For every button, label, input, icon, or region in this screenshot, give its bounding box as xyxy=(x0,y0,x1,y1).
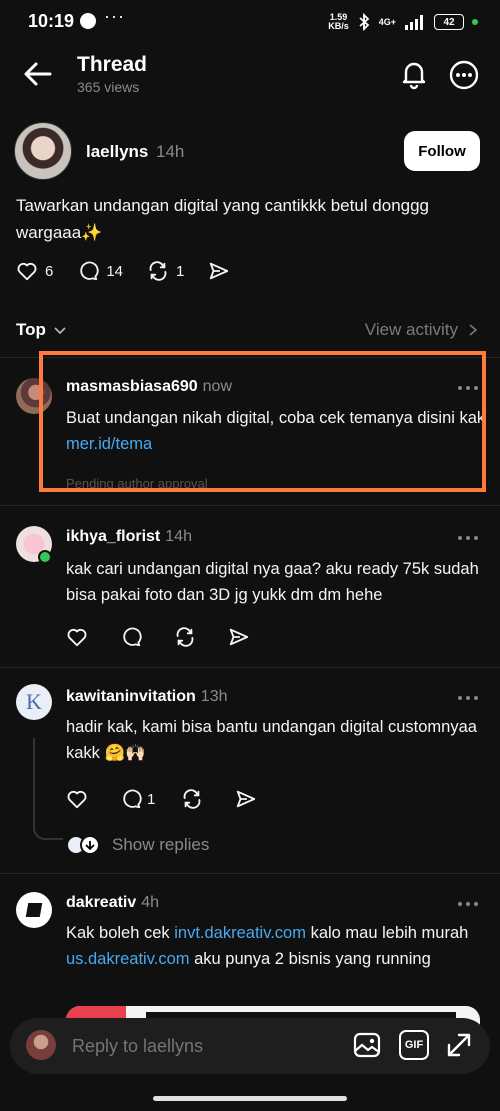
like-button[interactable]: 6 xyxy=(16,260,53,282)
divider xyxy=(0,873,500,874)
show-replies-button[interactable]: Show replies xyxy=(66,832,209,858)
status-bar: 10:19 ··· 1.59 KB/s 4G+ 42 xyxy=(0,0,500,44)
views-count: 365 views xyxy=(77,79,140,95)
follow-button[interactable]: Follow xyxy=(404,131,480,171)
heart-icon xyxy=(67,790,87,809)
like-button[interactable] xyxy=(66,788,88,810)
repost-button[interactable]: 1 xyxy=(147,260,184,282)
avatar[interactable]: K xyxy=(16,684,52,720)
comment-button[interactable] xyxy=(120,626,142,648)
avatar xyxy=(26,1030,56,1060)
chevron-right-icon[interactable] xyxy=(468,323,478,337)
reply-link[interactable]: invt.dakreativ.com xyxy=(174,924,306,942)
reply-avatars xyxy=(66,835,100,855)
reply-composer: GIF xyxy=(10,1018,490,1074)
share-button[interactable] xyxy=(208,260,230,282)
comment-count: 1 xyxy=(147,790,156,808)
bell-icon[interactable] xyxy=(398,58,430,90)
show-replies-label: Show replies xyxy=(112,835,210,854)
battery-icon: 42 xyxy=(434,14,464,30)
comment-button[interactable]: 1 xyxy=(120,788,155,810)
thread-header: Thread 365 views xyxy=(0,44,500,104)
share-button[interactable] xyxy=(228,626,250,648)
back-arrow-icon[interactable] xyxy=(22,60,54,88)
repost-icon xyxy=(183,789,201,809)
page-title: Thread xyxy=(77,53,148,76)
comment-icon xyxy=(123,627,142,647)
status-time: 10:19 xyxy=(28,11,75,31)
more-icon[interactable] xyxy=(456,534,480,542)
divider xyxy=(0,667,500,668)
post-actions: 6 14 1 xyxy=(16,260,254,282)
comment-icon xyxy=(80,261,99,281)
gif-icon[interactable]: GIF xyxy=(399,1030,429,1060)
status-indicators: 1.59 KB/s 4G+ 42 xyxy=(328,10,478,34)
thread-line xyxy=(33,824,63,840)
repost-button[interactable] xyxy=(181,788,203,810)
reply-time: 4h xyxy=(141,894,160,911)
reply-actions xyxy=(66,626,282,648)
divider xyxy=(0,505,500,506)
reply-time: 14h xyxy=(165,528,192,545)
like-button[interactable] xyxy=(66,626,88,648)
home-indicator[interactable] xyxy=(153,1096,347,1101)
bluetooth-icon xyxy=(359,13,370,31)
more-icon[interactable] xyxy=(456,694,480,702)
network-type: 4G+ xyxy=(378,17,396,27)
comment-button[interactable]: 14 xyxy=(77,260,123,282)
notification-dot-icon xyxy=(80,13,96,29)
avatar[interactable] xyxy=(14,122,72,180)
share-button[interactable] xyxy=(235,788,257,810)
reply-username[interactable]: kawitaninvitation xyxy=(66,688,196,705)
heart-icon xyxy=(67,628,87,647)
online-indicator-icon xyxy=(38,550,52,564)
post-text: Tawarkan undangan digital yang cantikkk … xyxy=(16,196,430,242)
network-speed: 1.59 KB/s xyxy=(328,12,349,31)
repost-icon xyxy=(176,627,194,647)
reply-text: Kak boleh cek invt.dakreativ.com kalo ma… xyxy=(66,924,469,968)
post-time: 14h xyxy=(156,142,185,161)
share-icon xyxy=(210,262,229,280)
like-count: 6 xyxy=(45,262,54,280)
expand-icon[interactable] xyxy=(444,1030,474,1060)
privacy-indicator-icon xyxy=(472,19,478,25)
reply-input[interactable] xyxy=(72,1036,332,1057)
sort-row: Top View activity xyxy=(0,318,500,346)
brand-logo-icon xyxy=(25,903,43,917)
reply-username[interactable]: ikhya_florist xyxy=(66,528,160,545)
repost-count: 1 xyxy=(176,262,185,280)
reply-text: hadir kak, kami bisa bantu undangan digi… xyxy=(66,718,477,762)
comment-count: 14 xyxy=(106,262,124,280)
more-notifications-icon: ··· xyxy=(104,6,125,26)
post-username[interactable]: laellyns xyxy=(86,142,148,162)
avatar[interactable] xyxy=(16,892,52,928)
more-icon[interactable] xyxy=(448,59,480,91)
heart-icon xyxy=(17,262,37,281)
comment-icon xyxy=(123,789,142,809)
chevron-down-icon[interactable] xyxy=(53,324,67,338)
repost-icon xyxy=(149,261,167,281)
image-icon[interactable] xyxy=(352,1030,382,1060)
arrow-down-icon xyxy=(85,841,95,851)
share-icon xyxy=(237,790,256,808)
sort-dropdown[interactable]: Top xyxy=(16,320,46,340)
reply-username[interactable]: dakreativ xyxy=(66,894,136,911)
reply-link[interactable]: us.dakreativ.com xyxy=(66,950,190,968)
reply-actions: 1 xyxy=(66,788,289,810)
reply-text: kak cari undangan digital nya gaa? aku r… xyxy=(66,560,479,604)
repost-button[interactable] xyxy=(174,626,196,648)
avatar xyxy=(80,835,100,855)
share-icon xyxy=(229,628,249,646)
highlight-annotation xyxy=(39,351,486,492)
thread-line xyxy=(33,738,35,824)
signal-icon xyxy=(405,15,423,30)
more-icon[interactable] xyxy=(456,900,480,908)
reply-time: 13h xyxy=(200,688,228,705)
view-activity-link[interactable]: View activity xyxy=(365,320,458,340)
